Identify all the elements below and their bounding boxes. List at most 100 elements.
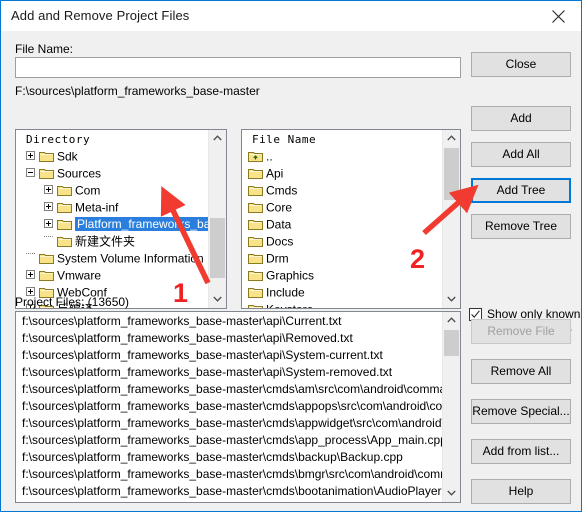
add-all-button[interactable]: Add All [471, 142, 571, 167]
add-from-list-button[interactable]: Add from list... [471, 439, 571, 464]
file-list-item[interactable]: Data [242, 216, 443, 233]
directory-tree-item[interactable]: Sdk [16, 148, 209, 165]
file-list-item-label: Drm [266, 251, 289, 266]
directory-tree-item[interactable]: 新建文件夹 [16, 233, 209, 250]
remove-special-button[interactable]: Remove Special... [471, 399, 571, 424]
chevron-up-icon [213, 135, 222, 141]
file-list-item[interactable]: Api [242, 165, 443, 182]
folder-icon-wrap [57, 235, 72, 247]
scroll-up-button[interactable] [443, 130, 460, 147]
chevron-up-icon [447, 317, 456, 323]
project-file-row[interactable]: f:\sources\platform_frameworks_base-mast… [16, 364, 443, 381]
file-list-item[interactable]: Cmds [242, 182, 443, 199]
project-file-row[interactable]: f:\sources\platform_frameworks_base-mast… [16, 330, 443, 347]
project-file-row[interactable]: f:\sources\platform_frameworks_base-mast… [16, 347, 443, 364]
folder-icon-wrap [39, 269, 54, 281]
project-files-list[interactable]: f:\sources\platform_frameworks_base-mast… [15, 311, 461, 503]
remove-tree-button[interactable]: Remove Tree [471, 214, 571, 239]
file-list-rows[interactable]: .. Api Cmds Core Data Docs Drm Graphics Include K… [242, 148, 443, 308]
close-window-button[interactable] [536, 1, 581, 30]
directory-tree-item-label: 新建文件夹 [75, 234, 136, 249]
add-tree-button[interactable]: Add Tree [471, 178, 571, 203]
directory-tree-item[interactable]: Sources [16, 165, 209, 182]
file-name-panel[interactable]: File Name .. Api Cmds Core Data Docs Drm Graphi… [241, 129, 461, 309]
up-folder-icon [248, 150, 263, 162]
file-list-item[interactable]: Drm [242, 250, 443, 267]
folder-icon-wrap [39, 252, 54, 264]
expand-plus-icon[interactable] [26, 151, 35, 160]
directory-scrollbar[interactable] [208, 130, 226, 308]
folder-icon [248, 169, 263, 179]
tree-connector [44, 236, 53, 245]
project-file-row[interactable]: f:\sources\platform_frameworks_base-mast… [16, 313, 443, 330]
file-list-item[interactable]: Core [242, 199, 443, 216]
expand-plus-icon[interactable] [26, 270, 35, 279]
folder-icon [248, 167, 263, 179]
file-list-item[interactable]: Graphics [242, 267, 443, 284]
folder-icon-wrap [39, 167, 54, 179]
directory-tree-item[interactable]: Platform_frameworks_base- [16, 216, 209, 233]
remove-file-button[interactable]: Remove File [471, 319, 571, 344]
folder-icon [248, 218, 263, 230]
tree-connector [26, 253, 35, 262]
project-files-rows[interactable]: f:\sources\platform_frameworks_base-mast… [16, 313, 443, 502]
project-files-scrollbar[interactable] [442, 312, 460, 502]
project-file-row[interactable]: f:\sources\platform_frameworks_base-mast… [16, 466, 443, 483]
scroll-down-button[interactable] [443, 485, 460, 502]
directory-tree-item-label: Meta-inf [75, 200, 119, 215]
scroll-up-button[interactable] [443, 312, 460, 329]
folder-icon [248, 288, 263, 298]
close-button[interactable]: Close [471, 52, 571, 77]
folder-icon [248, 252, 263, 264]
folder-icon [248, 201, 263, 213]
expand-plus-icon[interactable] [44, 202, 53, 211]
project-file-row[interactable]: f:\sources\platform_frameworks_base-mast… [16, 432, 443, 449]
project-file-row[interactable]: f:\sources\platform_frameworks_base-mast… [16, 381, 443, 398]
project-file-row[interactable]: f:\sources\platform_frameworks_base-mast… [16, 415, 443, 432]
folder-icon [248, 235, 263, 247]
file-list-item-label: Data [266, 217, 292, 232]
directory-tree-item[interactable]: Vmware [16, 267, 209, 284]
collapse-minus-icon[interactable] [26, 168, 35, 177]
directory-tree-item[interactable]: System Volume Information [16, 250, 209, 267]
directory-tree-item-label: Vmware [57, 268, 102, 283]
scroll-down-button[interactable] [209, 291, 226, 308]
folder-icon [248, 271, 263, 281]
file-list-item[interactable]: Include [242, 284, 443, 301]
add-button[interactable]: Add [471, 106, 571, 131]
directory-tree-panel[interactable]: Directory Sdk Sources Com Meta-inf Platform_… [15, 129, 227, 309]
scroll-thumb[interactable] [444, 330, 459, 356]
folder-icon [248, 184, 263, 196]
directory-tree-item[interactable]: Meta-inf [16, 199, 209, 216]
file-list-item[interactable]: .. [242, 148, 443, 165]
directory-tree-rows[interactable]: Sdk Sources Com Meta-inf Platform_frameworks… [16, 148, 209, 308]
expand-plus-icon[interactable] [44, 185, 53, 194]
file-list-item[interactable]: Keystore [242, 301, 443, 308]
scroll-thumb[interactable] [210, 218, 225, 278]
project-file-row[interactable]: f:\sources\platform_frameworks_base-mast… [16, 398, 443, 415]
file-list-item-label: .. [266, 149, 273, 164]
scroll-thumb[interactable] [444, 148, 459, 200]
project-file-row[interactable]: f:\sources\platform_frameworks_base-mast… [16, 500, 443, 502]
file-name-input[interactable] [15, 57, 461, 78]
scroll-down-button[interactable] [443, 291, 460, 308]
project-file-row[interactable]: f:\sources\platform_frameworks_base-mast… [16, 449, 443, 466]
file-list-scrollbar[interactable] [442, 130, 460, 308]
expand-plus-icon[interactable] [44, 219, 53, 228]
file-list-item[interactable]: Docs [242, 233, 443, 250]
remove-all-button[interactable]: Remove All [471, 359, 571, 384]
folder-icon-wrap [57, 184, 72, 196]
scroll-up-button[interactable] [209, 130, 226, 147]
add-remove-project-files-dialog: Add and Remove Project Files File Name: … [0, 0, 582, 512]
chevron-down-icon [447, 490, 456, 496]
close-icon [552, 10, 565, 23]
file-list-item-label: Core [266, 200, 293, 215]
directory-tree-item-label: Com [75, 183, 101, 198]
folder-icon-wrap [57, 201, 72, 213]
folder-icon [39, 169, 54, 179]
help-button[interactable]: Help [471, 479, 571, 504]
directory-tree-item[interactable]: Com [16, 182, 209, 199]
folder-icon [39, 152, 54, 162]
folder-icon [248, 220, 263, 230]
project-file-row[interactable]: f:\sources\platform_frameworks_base-mast… [16, 483, 443, 500]
